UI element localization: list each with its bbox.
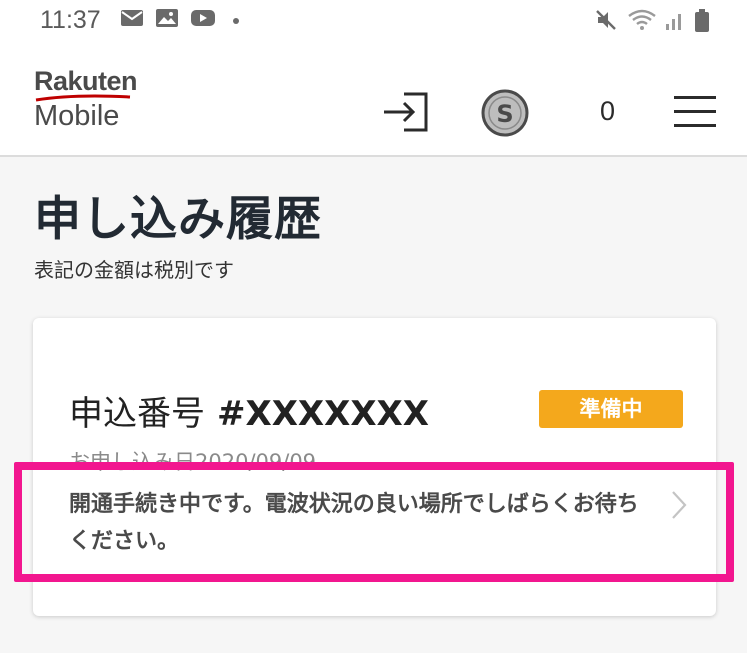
youtube-icon <box>191 10 215 26</box>
signal-icon <box>666 14 681 30</box>
status-time: 11:37 <box>40 6 101 34</box>
image-icon <box>156 9 178 27</box>
app-header: Rakuten Mobile S 0 <box>0 44 747 157</box>
rakuten-mobile-logo[interactable]: Rakuten Mobile <box>34 66 164 138</box>
order-number-label: 申込番号 <box>69 394 205 434</box>
points-count: 0 <box>600 96 616 126</box>
notification-dot <box>233 18 239 24</box>
order-number: 申込番号 #XXXXXXX <box>69 386 429 435</box>
logo-brand-text: Rakuten <box>34 66 138 96</box>
mail-icon <box>121 10 143 26</box>
order-number-value: #XXXXXXX <box>217 394 429 434</box>
super-points-coin-icon[interactable]: S <box>480 88 530 138</box>
highlight-annotation <box>14 462 734 582</box>
status-bar: 11:37 <box>0 0 747 44</box>
status-badge: 準備中 <box>539 390 683 428</box>
battery-icon <box>695 9 709 32</box>
mute-icon <box>596 10 616 30</box>
menu-icon[interactable] <box>672 92 718 132</box>
svg-text:S: S <box>496 100 513 128</box>
page-subtitle: 表記の金額は税別です <box>34 258 234 282</box>
logo-product-text: Mobile <box>34 100 120 132</box>
login-icon[interactable] <box>380 90 430 134</box>
wifi-icon <box>628 9 656 30</box>
page-title: 申し込み履歴 <box>34 192 322 247</box>
